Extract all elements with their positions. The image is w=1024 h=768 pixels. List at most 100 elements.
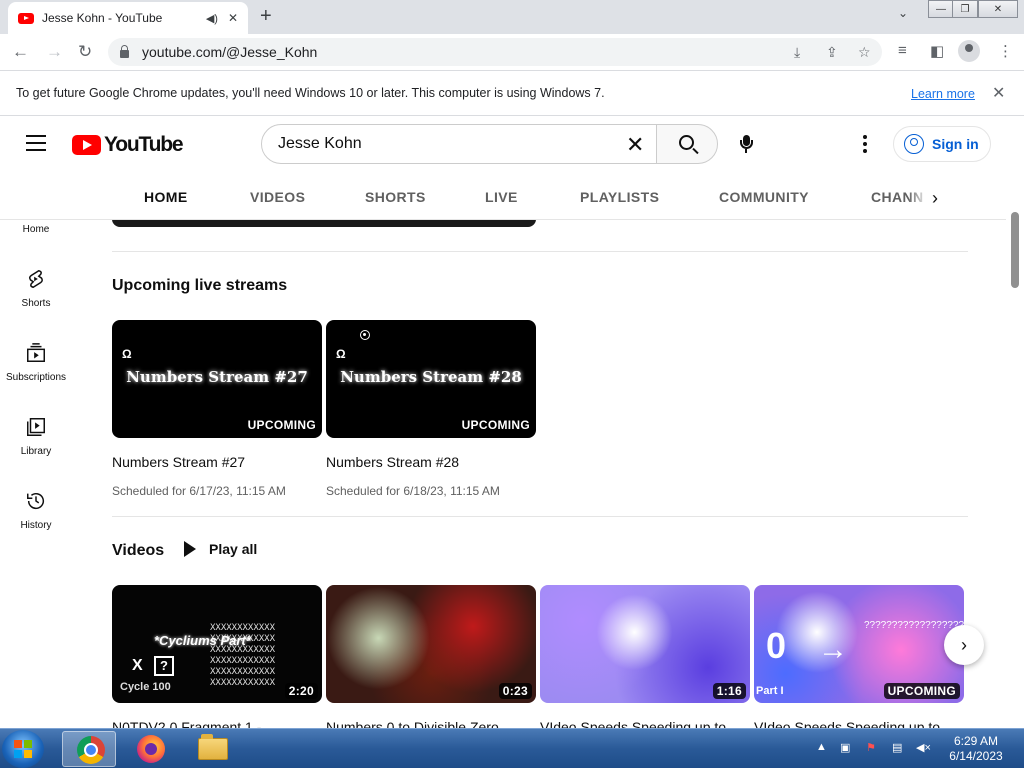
video-thumbnail[interactable]: 1:16	[540, 585, 750, 703]
lock-icon[interactable]	[120, 45, 129, 58]
shelf-next-button[interactable]: ›	[944, 625, 984, 665]
url-text: youtube.com/@Jesse_Kohn	[142, 44, 318, 60]
upcoming-thumbnail[interactable]: Ω Numbers Stream #28 UPCOMING	[326, 320, 536, 438]
clear-search-icon[interactable]: ✕	[626, 132, 644, 158]
hamburger-menu-icon[interactable]	[26, 135, 46, 151]
share-icon[interactable]: ⇪	[826, 44, 838, 61]
back-arrow-icon[interactable]: ←	[12, 42, 29, 62]
tab-shorts[interactable]: SHORTS	[365, 189, 426, 205]
guide-label-library: Library	[20, 446, 52, 457]
play-all-label: Play all	[209, 541, 258, 557]
guide-item-history[interactable]: History	[0, 490, 72, 531]
volume-muted-icon[interactable]: ◀×	[916, 741, 931, 754]
tab-home[interactable]: HOME	[144, 189, 188, 205]
video-thumbnail[interactable]: XXXXXXXXXXXX XXXXXXXXXXXX XXXXXXXXXXXX X…	[112, 585, 322, 703]
duration-badge: 1:16	[712, 683, 746, 699]
browser-toolbar: ← → ↻ youtube.com/@Jesse_Kohn ⤓ ⇪ ☆ ≡ ◧ …	[0, 34, 1024, 70]
youtube-logo-text: YouTube	[104, 133, 184, 156]
section-divider	[112, 516, 968, 517]
network-icon[interactable]: ▤	[892, 741, 902, 754]
video-card[interactable]: 0:23 Numbers 0 to Divisible Zero	[326, 585, 536, 728]
previous-video-thumbnail[interactable]	[112, 220, 536, 227]
search-button[interactable]	[656, 124, 718, 164]
youtube-logo[interactable]: YouTube	[72, 133, 184, 157]
taskbar-explorer[interactable]	[186, 731, 240, 767]
action-center-flag-icon[interactable]: ⚑	[866, 741, 876, 754]
video-card[interactable]: 1:16 VIdeo Speeds Speeding up to	[540, 585, 750, 728]
chevron-right-icon: ›	[961, 634, 967, 655]
video-card[interactable]: XXXXXXXXXXXX XXXXXXXXXXXX XXXXXXXXXXXX X…	[112, 585, 322, 728]
play-icon	[184, 541, 196, 557]
infobar-close-icon[interactable]: ✕	[992, 83, 1005, 103]
tab-close-icon[interactable]: ✕	[228, 11, 238, 25]
speaker-icon[interactable]: ◀)	[206, 12, 218, 25]
tab-title: Jesse Kohn - YouTube	[42, 11, 163, 25]
close-window-button[interactable]: ✕	[978, 0, 1018, 18]
infobar-message: To get future Google Chrome updates, you…	[16, 86, 605, 100]
learn-more-link[interactable]: Learn more	[911, 87, 975, 101]
scrollbar-thumb[interactable]	[1011, 212, 1019, 288]
side-panel-icon[interactable]: ◧	[930, 42, 944, 60]
duration-badge: 2:20	[284, 683, 318, 699]
video-title[interactable]: VIdeo Speeds Speeding up to	[754, 719, 964, 728]
video-title[interactable]: VIdeo Speeds Speeding up to	[540, 719, 750, 728]
guide-label-home: Home	[22, 224, 50, 235]
thumbnail-overlay-title: *Cycliums Part*	[154, 633, 251, 648]
video-thumbnail[interactable]: 0:23	[326, 585, 536, 703]
omega-symbol-icon: Ω	[336, 347, 346, 361]
tab-playlists[interactable]: PLAYLISTS	[580, 189, 659, 205]
play-all-button[interactable]: Play all	[184, 541, 257, 557]
thumbnail-cycle-label: Cycle 100	[120, 681, 171, 693]
minimize-button[interactable]: —	[928, 0, 954, 18]
video-card[interactable]: 0 → ????????????????????????????????????…	[754, 585, 964, 728]
tab-videos[interactable]: VIDEOS	[250, 189, 305, 205]
media-control-icon[interactable]: ≡	[898, 42, 907, 59]
guide-item-subscriptions[interactable]: Subscriptions	[0, 342, 72, 383]
guide-item-library[interactable]: Library	[0, 416, 72, 457]
search-value: Jesse Kohn	[278, 135, 362, 152]
microphone-icon[interactable]	[740, 135, 753, 153]
upcoming-card[interactable]: Ω Numbers Stream #27 UPCOMING Numbers St…	[112, 320, 322, 498]
profile-avatar-icon[interactable]	[958, 40, 980, 62]
bookmark-star-icon[interactable]: ☆	[858, 44, 871, 61]
videos-section-title[interactable]: Videos	[112, 542, 164, 560]
video-title[interactable]: N0TDV2.0 Fragment 1 -	[112, 719, 322, 728]
firefox-icon	[137, 735, 165, 763]
restore-button[interactable]: ❐	[952, 0, 978, 18]
tabs-scroll-right-icon[interactable]: ›	[932, 188, 938, 209]
upcoming-card[interactable]: Ω Numbers Stream #28 UPCOMING Numbers St…	[326, 320, 536, 498]
thumbnail-overlay-title: Numbers Stream #28	[340, 368, 522, 386]
taskbar-firefox[interactable]	[124, 731, 178, 767]
guide-item-shorts[interactable]: Shorts	[0, 268, 72, 309]
new-tab-button[interactable]: +	[260, 5, 272, 28]
show-hidden-icons-icon[interactable]: ▲	[816, 741, 827, 753]
video-title[interactable]: Numbers Stream #28	[326, 454, 536, 470]
sign-in-button[interactable]: Sign in	[893, 126, 991, 162]
guide-label-shorts: Shorts	[21, 298, 51, 309]
update-infobar: To get future Google Chrome updates, you…	[0, 70, 1024, 116]
video-title[interactable]: Numbers 0 to Divisible Zero	[326, 719, 536, 728]
upcoming-section-title[interactable]: Upcoming live streams	[112, 277, 287, 295]
ring-symbol-icon	[360, 330, 370, 340]
video-title[interactable]: Numbers Stream #27	[112, 454, 322, 470]
thumbnail-overlay-title: Numbers Stream #27	[126, 368, 308, 386]
upcoming-thumbnail[interactable]: Ω Numbers Stream #27 UPCOMING	[112, 320, 322, 438]
tab-live[interactable]: LIVE	[485, 189, 518, 205]
page-scrollbar[interactable]	[1006, 172, 1024, 728]
tab-search-chevron-icon[interactable]: ⌄	[898, 6, 908, 20]
chrome-menu-icon[interactable]: ⋮	[998, 42, 1013, 60]
browser-title-bar: Jesse Kohn - YouTube ◀) ✕ + ⌄ — ❐ ✕	[0, 0, 1024, 34]
tab-community[interactable]: COMMUNITY	[719, 189, 809, 205]
reload-icon[interactable]: ↻	[78, 42, 92, 62]
install-app-icon[interactable]: ⤓	[794, 44, 800, 61]
tray-app-icon[interactable]: ▣	[840, 741, 850, 754]
taskbar-chrome[interactable]	[62, 731, 116, 767]
search-input[interactable]: Jesse Kohn ✕	[261, 124, 657, 164]
taskbar-clock[interactable]: 6:29 AM 6/14/2023	[938, 734, 1014, 764]
settings-kebab-icon[interactable]	[863, 135, 867, 156]
browser-tab[interactable]: Jesse Kohn - YouTube ◀) ✕	[8, 2, 248, 34]
start-button[interactable]	[2, 730, 44, 768]
video-thumbnail[interactable]: 0 → ????????????????????????????????????…	[754, 585, 964, 703]
address-bar[interactable]: youtube.com/@Jesse_Kohn	[108, 38, 882, 66]
forward-arrow-icon[interactable]: →	[46, 42, 63, 62]
